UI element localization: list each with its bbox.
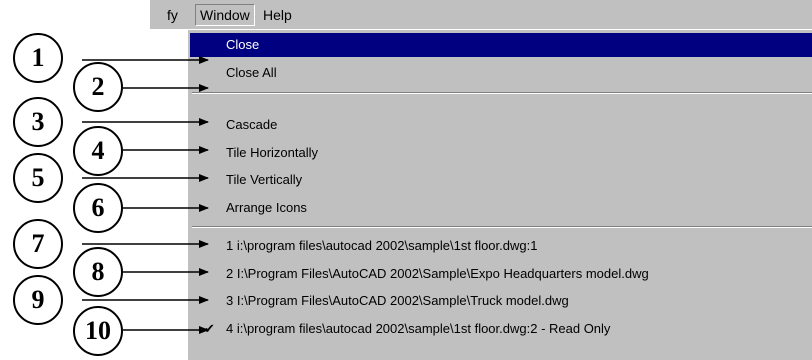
callout-6: 6 [73, 183, 123, 233]
callout-4: 4 [73, 126, 123, 176]
callout-3: 3 [13, 97, 63, 147]
callout-1: 1 [13, 33, 63, 83]
callout-9: 9 [13, 275, 63, 325]
callout-5: 5 [13, 153, 63, 203]
callout-2: 2 [73, 62, 123, 112]
callout-10: 10 [73, 306, 123, 356]
callout-7: 7 [13, 219, 63, 269]
callout-8: 8 [73, 247, 123, 297]
callout-arrows [82, 56, 209, 334]
